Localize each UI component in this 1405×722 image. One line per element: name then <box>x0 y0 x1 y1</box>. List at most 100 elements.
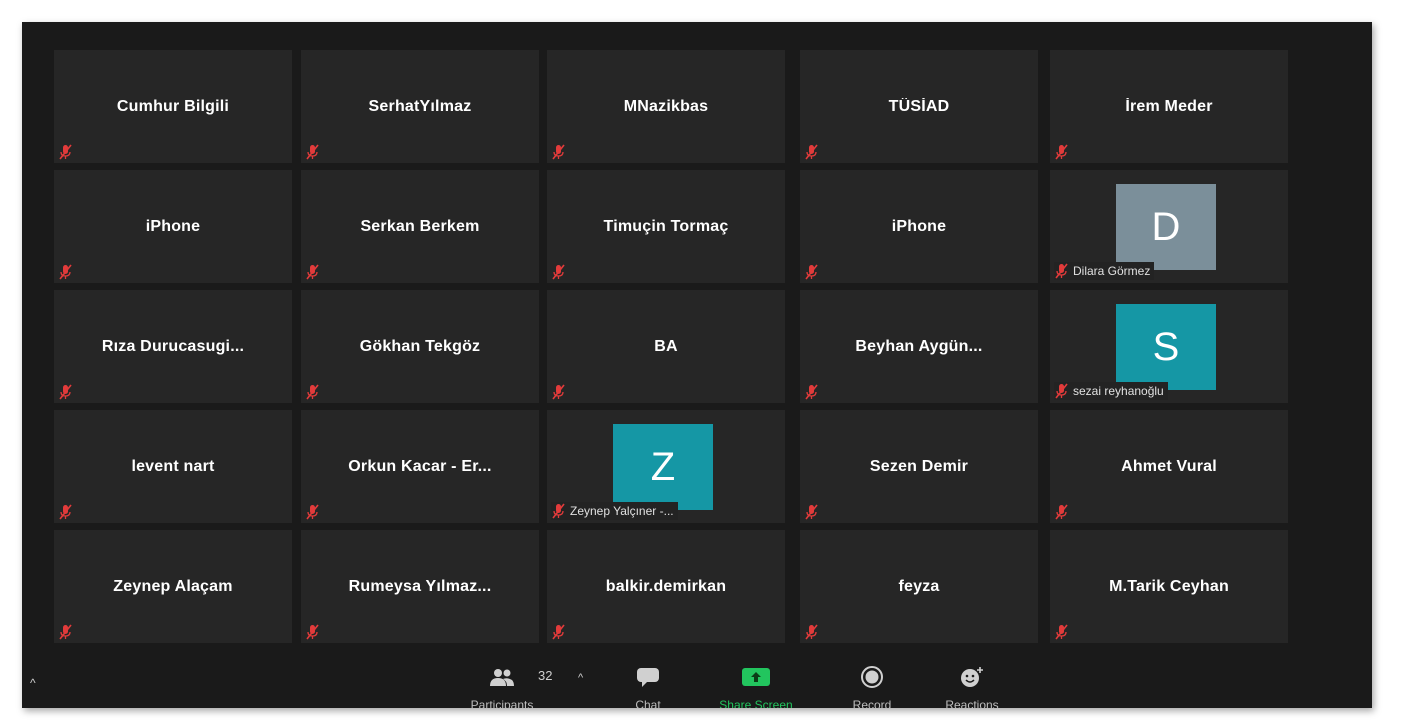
participant-tile[interactable]: iPhone <box>800 170 1038 283</box>
participant-name-label: sezai reyhanoğlu <box>1054 382 1168 400</box>
participant-name: Rumeysa Yılmaz... <box>348 578 492 595</box>
participant-tile[interactable]: Zeynep Alaçam <box>54 530 292 643</box>
participant-tile[interactable]: Timuçin Tormaç <box>547 170 785 283</box>
muted-mic-icon <box>306 384 320 400</box>
participant-tile[interactable]: iPhone <box>54 170 292 283</box>
muted-mic-icon <box>59 144 73 160</box>
participant-name: Serkan Berkem <box>360 218 480 235</box>
muted-mic-icon <box>306 144 320 160</box>
video-grid: Cumhur Bilgili SerhatYılmaz MNazikbas TÜSİA… <box>54 50 1290 646</box>
participant-name: Beyhan Aygün... <box>855 338 983 355</box>
record-label: Record <box>852 698 892 708</box>
participant-tile[interactable]: D Dilara Görmez <box>1050 170 1288 283</box>
participant-name: Sezen Demir <box>869 458 969 475</box>
reactions-icon <box>932 666 1012 688</box>
participant-tile[interactable]: Ahmet Vural <box>1050 410 1288 523</box>
participant-tile[interactable]: Rumeysa Yılmaz... <box>301 530 539 643</box>
muted-mic-icon <box>59 264 73 280</box>
participant-tile[interactable]: Ssezai reyhanoğlu <box>1050 290 1288 403</box>
participant-tile[interactable]: M.Tarik Ceyhan <box>1050 530 1288 643</box>
participant-name: iPhone <box>891 218 947 235</box>
muted-mic-icon <box>1055 624 1069 640</box>
participant-name: balkir.demirkan <box>605 578 727 595</box>
participant-avatar: Z <box>613 424 713 510</box>
participant-tile[interactable]: balkir.demirkan <box>547 530 785 643</box>
participant-name-label: Zeynep Yalçıner -... <box>551 502 678 520</box>
record-button[interactable]: Record <box>832 666 912 708</box>
muted-mic-icon <box>805 504 819 520</box>
participant-tile[interactable]: Gökhan Tekgöz <box>301 290 539 403</box>
muted-mic-icon <box>306 624 320 640</box>
muted-mic-icon <box>59 384 73 400</box>
share-screen-button[interactable]: Share Screen <box>716 666 796 708</box>
participant-tile[interactable]: feyza <box>800 530 1038 643</box>
participants-label: Participants <box>470 698 534 708</box>
participant-name-label: Dilara Görmez <box>1054 262 1155 280</box>
participants-button[interactable]: Participants <box>462 666 542 708</box>
muted-mic-icon <box>805 264 819 280</box>
participant-name: Timuçin Tormaç <box>603 218 729 235</box>
participant-tile[interactable]: Orkun Kacar - Er... <box>301 410 539 523</box>
participant-name: Zeynep Yalçıner -... <box>570 504 674 518</box>
participant-tile[interactable]: Beyhan Aygün... <box>800 290 1038 403</box>
muted-mic-icon <box>1055 383 1069 399</box>
participant-name: MNazikbas <box>623 98 709 115</box>
participant-tile[interactable]: Rıza Durucasugi... <box>54 290 292 403</box>
muted-mic-icon <box>306 504 320 520</box>
muted-mic-icon <box>1055 144 1069 160</box>
muted-mic-icon <box>306 264 320 280</box>
participant-name: Rıza Durucasugi... <box>101 338 245 355</box>
participant-tile[interactable]: Z Zeynep Yalçıner -... <box>547 410 785 523</box>
muted-mic-icon <box>552 144 566 160</box>
reactions-label: Reactions <box>945 698 999 708</box>
participant-name: Ahmet Vural <box>1121 458 1217 475</box>
participant-tile[interactable]: Serkan Berkem <box>301 170 539 283</box>
participant-tile[interactable]: SerhatYılmaz <box>301 50 539 163</box>
participant-avatar: S <box>1116 304 1216 390</box>
muted-mic-icon <box>59 504 73 520</box>
participant-name: iPhone <box>145 218 201 235</box>
participant-name: levent nart <box>131 458 215 475</box>
muted-mic-icon <box>552 264 566 280</box>
participant-name: sezai reyhanoğlu <box>1073 384 1164 398</box>
participant-name: BA <box>654 338 678 355</box>
participant-tile[interactable]: Cumhur Bilgili <box>54 50 292 163</box>
participants-icon <box>462 666 542 688</box>
participant-name: Cumhur Bilgili <box>116 98 230 115</box>
participant-avatar: D <box>1116 184 1216 270</box>
participant-tile[interactable]: BA <box>547 290 785 403</box>
participants-caret-icon[interactable]: ^ <box>578 672 583 684</box>
chat-label: Chat <box>635 698 661 708</box>
muted-mic-icon <box>805 144 819 160</box>
meeting-window: Cumhur Bilgili SerhatYılmaz MNazikbas TÜSİA… <box>22 22 1372 708</box>
participant-tile[interactable]: levent nart <box>54 410 292 523</box>
muted-mic-icon <box>805 384 819 400</box>
participant-tile[interactable]: TÜSİAD <box>800 50 1038 163</box>
record-icon <box>832 666 912 688</box>
reactions-button[interactable]: Reactions <box>932 666 1012 708</box>
participant-name: SerhatYılmaz <box>368 98 472 115</box>
participant-tile[interactable]: MNazikbas <box>547 50 785 163</box>
muted-mic-icon <box>59 624 73 640</box>
muted-mic-icon <box>552 384 566 400</box>
participant-name: İrem Meder <box>1125 98 1213 115</box>
participant-name: Orkun Kacar - Er... <box>348 458 492 475</box>
participant-name: Zeynep Alaçam <box>113 578 233 595</box>
muted-mic-icon <box>805 624 819 640</box>
participant-tile[interactable]: Sezen Demir <box>800 410 1038 523</box>
participant-name: feyza <box>898 578 940 595</box>
toolbar-collapse-caret-icon[interactable]: ^ <box>30 676 36 690</box>
participant-name: TÜSİAD <box>888 98 950 115</box>
meeting-toolbar: ^ Participants 32 ^ Chat Share Screen Re… <box>22 662 1372 708</box>
muted-mic-icon <box>1055 263 1069 279</box>
participant-name: Gökhan Tekgöz <box>359 338 481 355</box>
participant-tile[interactable]: İrem Meder <box>1050 50 1288 163</box>
participants-count: 32 <box>538 668 553 683</box>
participant-name: M.Tarik Ceyhan <box>1109 578 1229 595</box>
muted-mic-icon <box>1055 504 1069 520</box>
participant-name: Dilara Görmez <box>1073 264 1151 278</box>
share-screen-icon <box>716 666 796 688</box>
muted-mic-icon <box>552 624 566 640</box>
muted-mic-icon <box>552 503 566 519</box>
chat-button[interactable]: Chat <box>608 666 688 708</box>
